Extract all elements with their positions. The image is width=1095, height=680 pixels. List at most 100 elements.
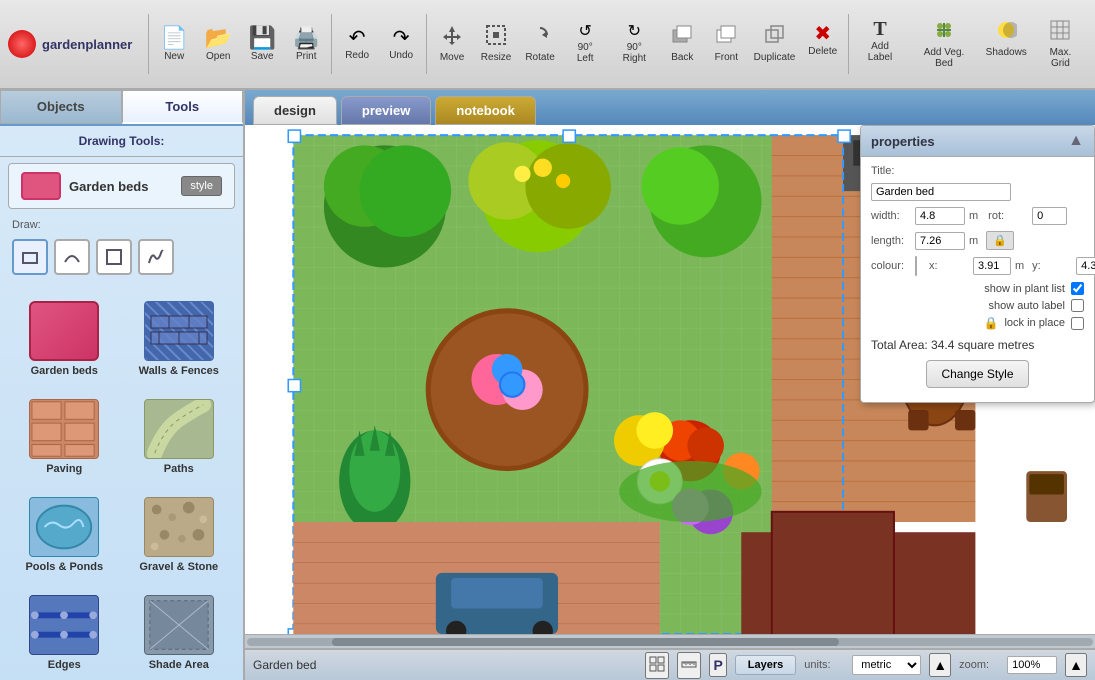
transform-tools: Move Resize Rotate ↺90° Left ↻90° Right … [431,19,844,69]
tool-item-walls-fences[interactable]: Walls & Fences [127,295,232,383]
draw-freehand-tool[interactable] [138,239,174,275]
properties-collapse-btn[interactable]: ▲ [1068,132,1084,150]
units-up-btn[interactable]: ▲ [929,653,951,677]
shade-area-label: Shade Area [149,659,209,671]
tab-design[interactable]: design [253,96,337,125]
show-auto-label-checkbox[interactable] [1071,299,1084,312]
history-tools: ↶Redo ↷Undo [336,23,422,66]
tab-preview[interactable]: preview [341,96,431,125]
garden-beds-label: Garden beds [31,365,98,377]
resize-button[interactable]: Resize [475,19,517,69]
garden-beds-icon [29,301,99,361]
print-button[interactable]: 🖨️Print [285,22,327,67]
paths-icon [144,399,214,459]
zoom-up-btn[interactable]: ▲ [1065,653,1087,677]
tab-objects[interactable]: Objects [0,90,122,124]
front-button[interactable]: Front [705,19,747,69]
back-button[interactable]: Back [661,19,703,69]
horizontal-scrollbar[interactable] [245,634,1095,648]
title-input-row [871,183,1084,201]
width-label: width: [871,210,911,222]
show-auto-label-row: show auto label [871,299,1084,312]
max-grid-button[interactable]: Max. Grid [1034,14,1087,74]
tool-grid: Garden beds Walls & Fences [0,287,243,680]
draw-rect-tool[interactable] [12,239,48,275]
show-plant-list-row: show in plant list [871,282,1084,295]
pools-ponds-icon [29,497,99,557]
show-plant-list-checkbox[interactable] [1071,282,1084,295]
90right-button[interactable]: ↻90° Right [609,19,659,69]
scroll-track [247,638,1093,646]
app-logo: gardenplanner [8,30,132,58]
scroll-thumb[interactable] [332,638,840,646]
add-label-button[interactable]: TAdd Label [853,14,908,74]
panel-tabs: Objects Tools [0,90,243,126]
x-label: x: [929,260,969,272]
properties-panel: properties ▲ Title: width: m rot: [860,125,1095,403]
colour-row: colour: x: m y: m [871,256,1084,276]
draw-label: Draw: [0,215,243,235]
grid-icon-btn[interactable] [645,652,669,679]
tab-tools[interactable]: Tools [122,90,244,124]
paths-label: Paths [164,463,194,475]
rotate-button[interactable]: Rotate [519,19,561,69]
length-row: length: m 🔒 [871,231,1084,250]
walls-fences-label: Walls & Fences [139,365,219,377]
paving-label: Paving [46,463,82,475]
add-veg-bed-button[interactable]: Add Veg. Bed [909,14,978,74]
duplicate-button[interactable]: Duplicate [749,19,799,69]
edges-label: Edges [48,659,81,671]
active-tool-section: Garden beds style [8,163,235,209]
label-tools: TAdd Label Add Veg. Bed Shadows Max. Gri… [853,14,1087,74]
redo-button[interactable]: ↶Redo [336,23,378,66]
save-button[interactable]: 💾Save [241,22,283,67]
shadows-button[interactable]: Shadows [981,14,1032,74]
width-input[interactable] [915,207,965,225]
tool-item-gravel-stone[interactable]: Gravel & Stone [127,491,232,579]
ruler-icon-btn[interactable] [677,652,701,679]
90left-button[interactable]: ↺90° Left [563,19,607,69]
tool-item-edges[interactable]: Edges [12,589,117,677]
lock-in-place-row: 🔒 lock in place [871,316,1084,330]
toolbar: gardenplanner 📄New 📂Open 💾Save 🖨️Print ↶… [0,0,1095,90]
show-auto-label-label: show auto label [989,300,1065,312]
undo-button[interactable]: ↷Undo [380,23,422,66]
title-input[interactable] [871,183,1011,201]
shade-area-icon [144,595,214,655]
draw-curve-tool[interactable] [54,239,90,275]
move-button[interactable]: Move [431,19,473,69]
change-style-button[interactable]: Change Style [926,360,1028,388]
tool-item-garden-beds[interactable]: Garden beds [12,295,117,383]
toolbar-sep-4 [848,14,849,74]
y-input[interactable] [1076,257,1095,275]
colour-swatch[interactable] [915,256,917,276]
zoom-input[interactable] [1007,656,1057,674]
length-unit: m [969,235,978,247]
units-select[interactable]: metric imperial [852,655,921,675]
delete-button[interactable]: ✖Delete [802,19,844,69]
length-input[interactable] [915,232,965,250]
width-rot-row: width: m rot: [871,207,1084,225]
tool-item-paving[interactable]: Paving [12,393,117,481]
tool-item-paths[interactable]: Paths [127,393,232,481]
colour-label: colour: [871,260,911,272]
layers-button[interactable]: Layers [735,655,796,675]
point-icon-btn[interactable]: P [709,653,726,677]
lock-checkbox[interactable] [1071,317,1084,330]
rot-input[interactable] [1032,207,1067,225]
length-lock-btn[interactable]: 🔒 [986,231,1014,250]
draw-polygon-tool[interactable] [96,239,132,275]
x-input[interactable] [973,257,1011,275]
lock-label: lock in place [1004,317,1065,329]
canvas-area: design preview notebook [245,90,1095,680]
tool-item-shade-area[interactable]: Shade Area [127,589,232,677]
width-unit: m [969,210,978,222]
open-button[interactable]: 📂Open [197,22,239,67]
new-button[interactable]: 📄New [153,22,195,67]
tool-item-pools-ponds[interactable]: Pools & Ponds [12,491,117,579]
style-button[interactable]: style [181,176,222,196]
toolbar-sep-2 [331,14,332,74]
pools-ponds-label: Pools & Ponds [25,561,103,573]
x-unit: m [1015,260,1024,272]
tab-notebook[interactable]: notebook [435,96,536,125]
